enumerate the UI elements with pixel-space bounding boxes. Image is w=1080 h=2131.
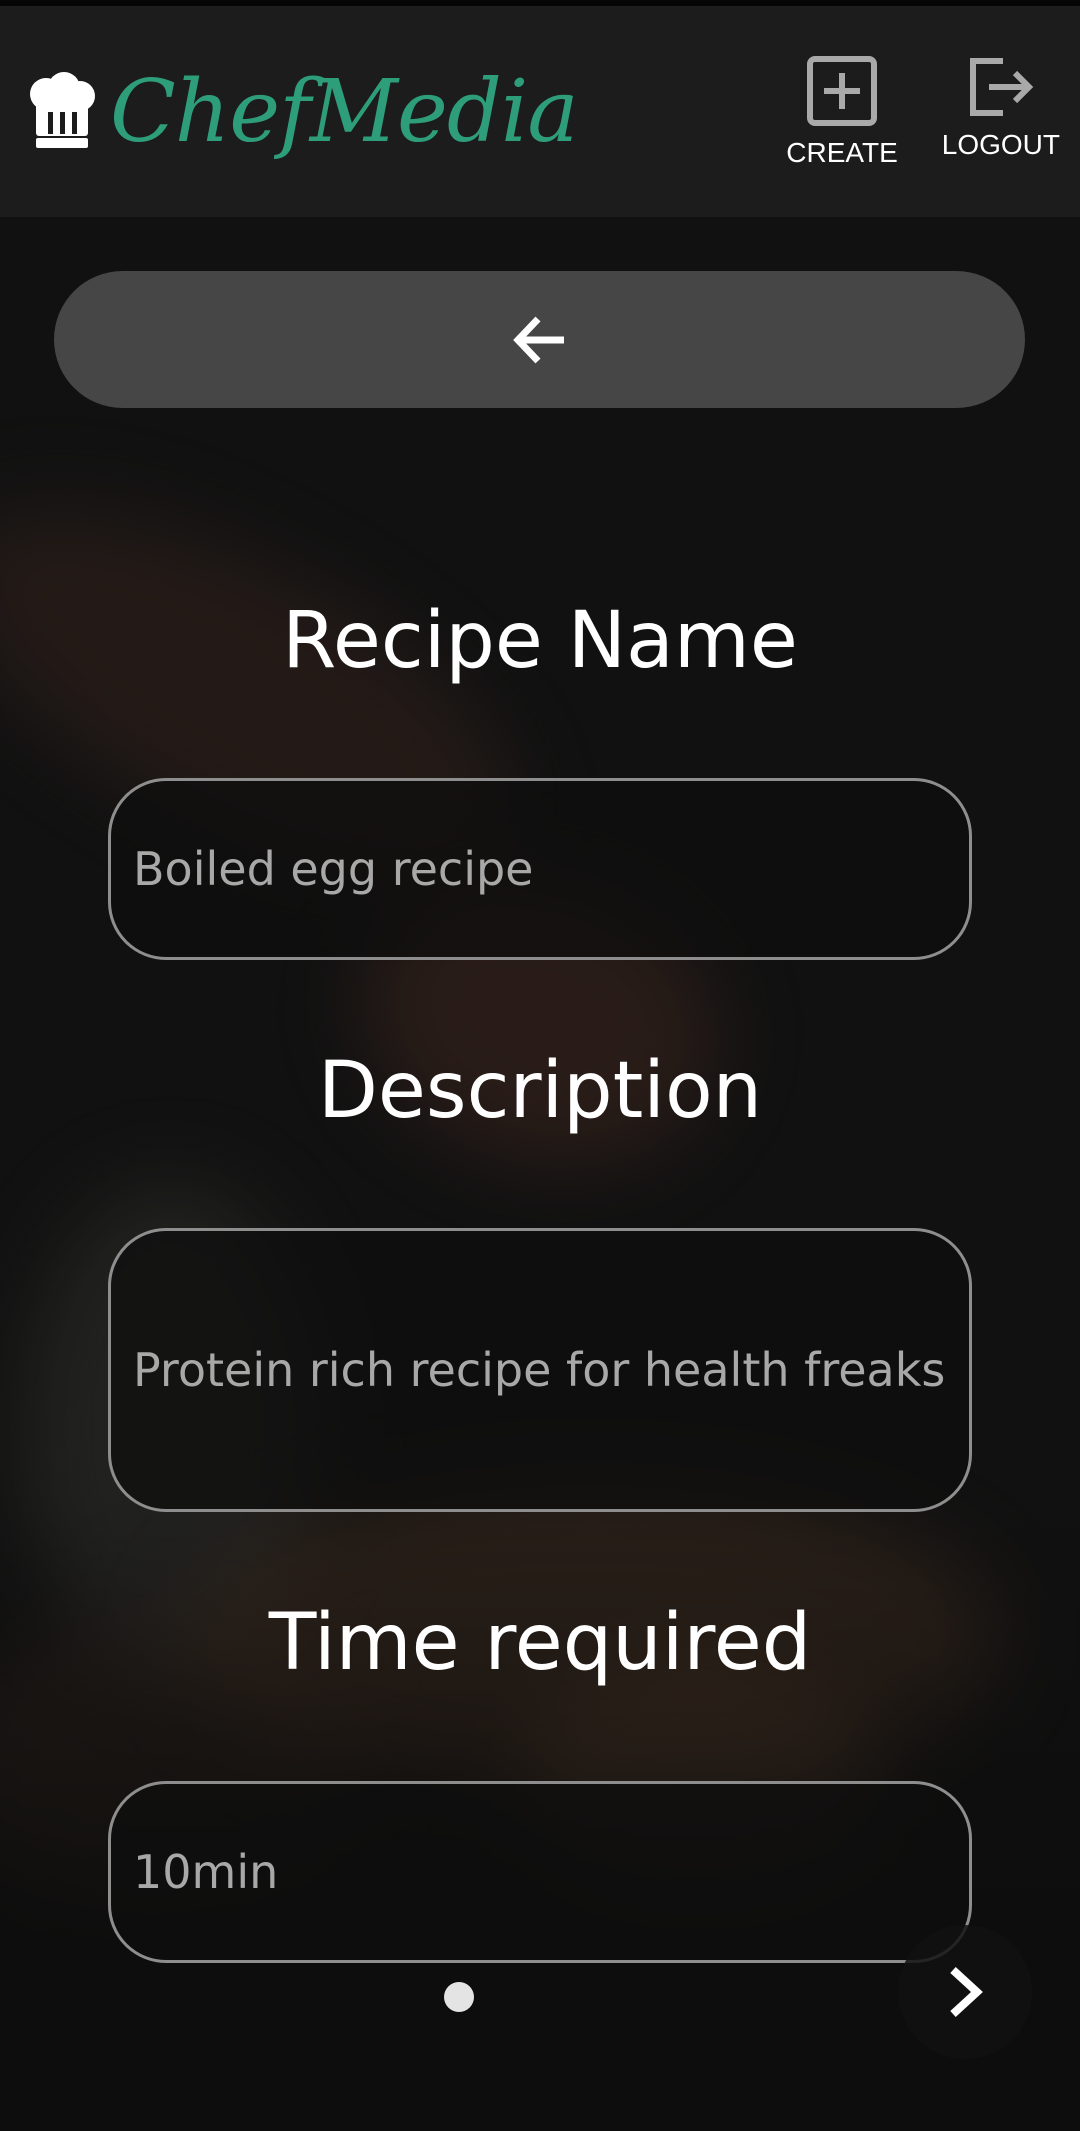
create-button[interactable]: CREATE xyxy=(786,55,898,169)
status-bar xyxy=(0,0,1080,6)
brand-logo[interactable]: ChefMedia xyxy=(26,61,579,162)
next-button[interactable] xyxy=(898,1925,1032,2059)
recipe-name-input[interactable]: Boiled egg recipe xyxy=(108,778,972,960)
brand-name: ChefMedia xyxy=(110,61,579,162)
time-required-input[interactable]: 10min xyxy=(108,1781,972,1963)
chevron-right-icon xyxy=(950,1967,983,2017)
description-input[interactable]: Protein rich recipe for health freaks xyxy=(108,1228,972,1512)
add-square-icon xyxy=(807,55,878,126)
logout-button[interactable]: LOGOUT xyxy=(942,55,1060,161)
recipe-name-label: Recipe Name xyxy=(282,596,798,686)
chef-hat-icon xyxy=(30,71,95,148)
create-recipe-screen: ChefMedia CREATE LOGOUT Recipe Name Boil… xyxy=(0,0,1080,2131)
logout-label: LOGOUT xyxy=(941,128,1060,160)
app-header: ChefMedia CREATE LOGOUT xyxy=(0,6,1080,217)
page-indicator-dot xyxy=(444,1982,474,2012)
logout-icon xyxy=(969,57,1034,116)
create-label: CREATE xyxy=(786,136,898,168)
back-button[interactable] xyxy=(54,271,1025,408)
header-actions: CREATE LOGOUT xyxy=(786,55,1060,169)
description-label: Description xyxy=(317,1046,763,1136)
time-required-label: Time required xyxy=(268,1598,812,1688)
arrow-left-icon xyxy=(512,316,564,363)
